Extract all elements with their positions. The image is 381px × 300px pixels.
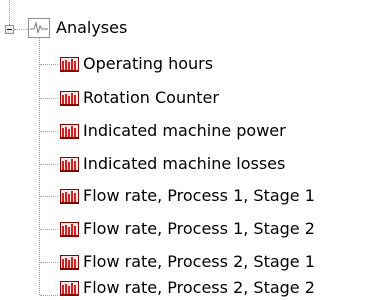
tree-connector-line [40,164,58,165]
analyses-tree: Analyses Operating hours Rotation Counte… [0,0,381,300]
tree-item-indicated-machine-losses[interactable]: Indicated machine losses [60,152,285,176]
tree-item-flow-rate-p2-s1[interactable]: Flow rate, Process 2, Stage 1 [60,250,315,274]
tree-item-label: Flow rate, Process 1, Stage 2 [83,219,315,238]
tree-item-label: Rotation Counter [83,88,219,107]
tree-connector-line [40,64,58,65]
tree-item-flow-rate-p2-s2[interactable]: Flow rate, Process 2, Stage 2 [60,276,315,300]
tree-connector-line [40,98,58,99]
tree-item-label: Flow rate, Process 1, Stage 1 [83,186,315,205]
tree-item-flow-rate-p1-s2[interactable]: Flow rate, Process 1, Stage 2 [60,217,315,241]
tree-connector-line [39,38,40,295]
tree-connector-line [40,229,58,230]
tree-item-label: Indicated machine losses [83,154,286,173]
bar-chart-icon [60,123,79,139]
bar-chart-icon [60,280,79,296]
bar-chart-icon [60,254,79,270]
tree-item-rotation-counter[interactable]: Rotation Counter [60,86,219,110]
tree-connector-line [40,295,58,296]
tree-item-flow-rate-p1-s1[interactable]: Flow rate, Process 1, Stage 1 [60,184,315,208]
bar-chart-icon [60,221,79,237]
tree-item-label: Flow rate, Process 2, Stage 1 [83,252,315,271]
tree-connector-line [14,29,28,30]
tree-item-label: Operating hours [83,54,214,73]
bar-chart-icon [60,188,79,204]
bar-chart-icon [60,156,79,172]
tree-item-label: Flow rate, Process 2, Stage 2 [83,278,315,297]
bar-chart-icon [60,90,79,106]
tree-connector-line [40,262,58,263]
tree-item-operating-hours[interactable]: Operating hours [60,52,213,76]
tree-item-label: Indicated machine power [83,121,286,140]
tree-item-indicated-machine-power[interactable]: Indicated machine power [60,119,286,143]
tree-connector-line [9,0,10,25]
tree-root-label[interactable]: Analyses [56,16,127,40]
waveform-icon [28,18,50,38]
tree-connector-line [40,196,58,197]
bar-chart-icon [60,56,79,72]
collapse-toggle[interactable] [5,25,14,34]
tree-connector-line [40,131,58,132]
